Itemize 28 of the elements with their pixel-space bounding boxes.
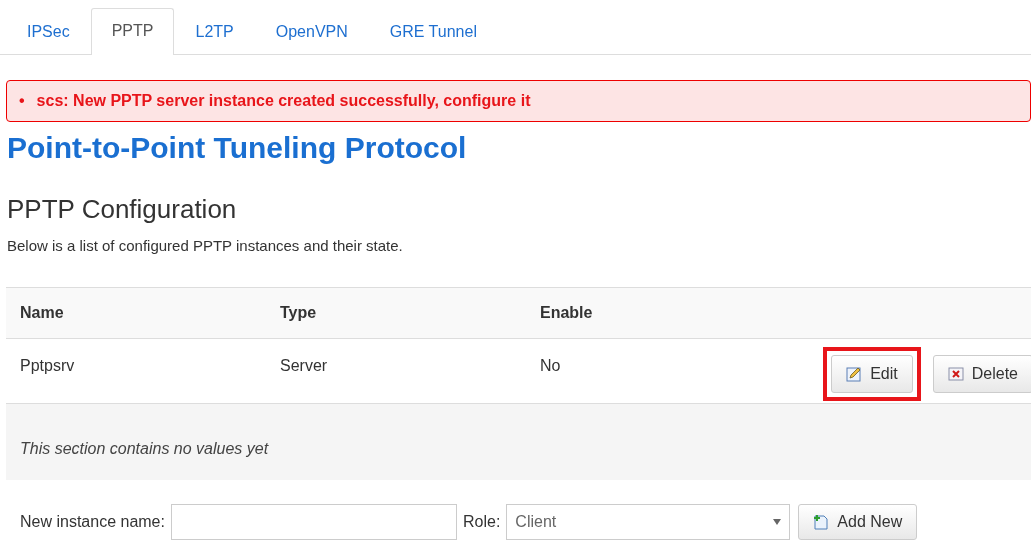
caret-icon (773, 519, 782, 525)
empty-note: This section contains no values yet (20, 440, 269, 458)
alert-message: scs: New PPTP server instance created successfully, configure it (36, 92, 531, 110)
pencil-icon (846, 366, 863, 382)
column-header: Enable (539, 304, 594, 322)
tab[interactable]: IPSec (6, 9, 91, 55)
table-cell-text: Pptpsrv (19, 356, 76, 375)
column-header: Type (279, 304, 318, 322)
tab[interactable]: PPTP (90, 8, 175, 55)
section-title: PPTP Configuration (7, 194, 238, 225)
column-header: Name (19, 304, 65, 322)
tab[interactable]: L2TP (174, 9, 255, 55)
add-new-button[interactable]: Add New (798, 504, 918, 540)
tab[interactable]: GRE Tunnel (368, 9, 498, 55)
page-title: Point-to-Point Tuneling Protocol (7, 131, 468, 165)
edit-button[interactable]: Edit (831, 355, 913, 393)
new-file-icon (813, 514, 830, 530)
bullet: • (19, 92, 25, 110)
field-label: Role: (462, 513, 501, 531)
delete-icon (947, 366, 964, 382)
tab[interactable]: OpenVPN (254, 9, 369, 55)
table-cell-text: Server (279, 356, 329, 375)
field-label: New instance name: (20, 513, 165, 531)
input-field[interactable] (170, 504, 457, 540)
table-cell-text: No (539, 356, 562, 375)
delete-button[interactable]: Delete (932, 355, 1031, 393)
role-dropdown[interactable]: Client (506, 504, 791, 540)
section-description: Below is a list of configured PPTP instances and their state. (7, 237, 404, 254)
